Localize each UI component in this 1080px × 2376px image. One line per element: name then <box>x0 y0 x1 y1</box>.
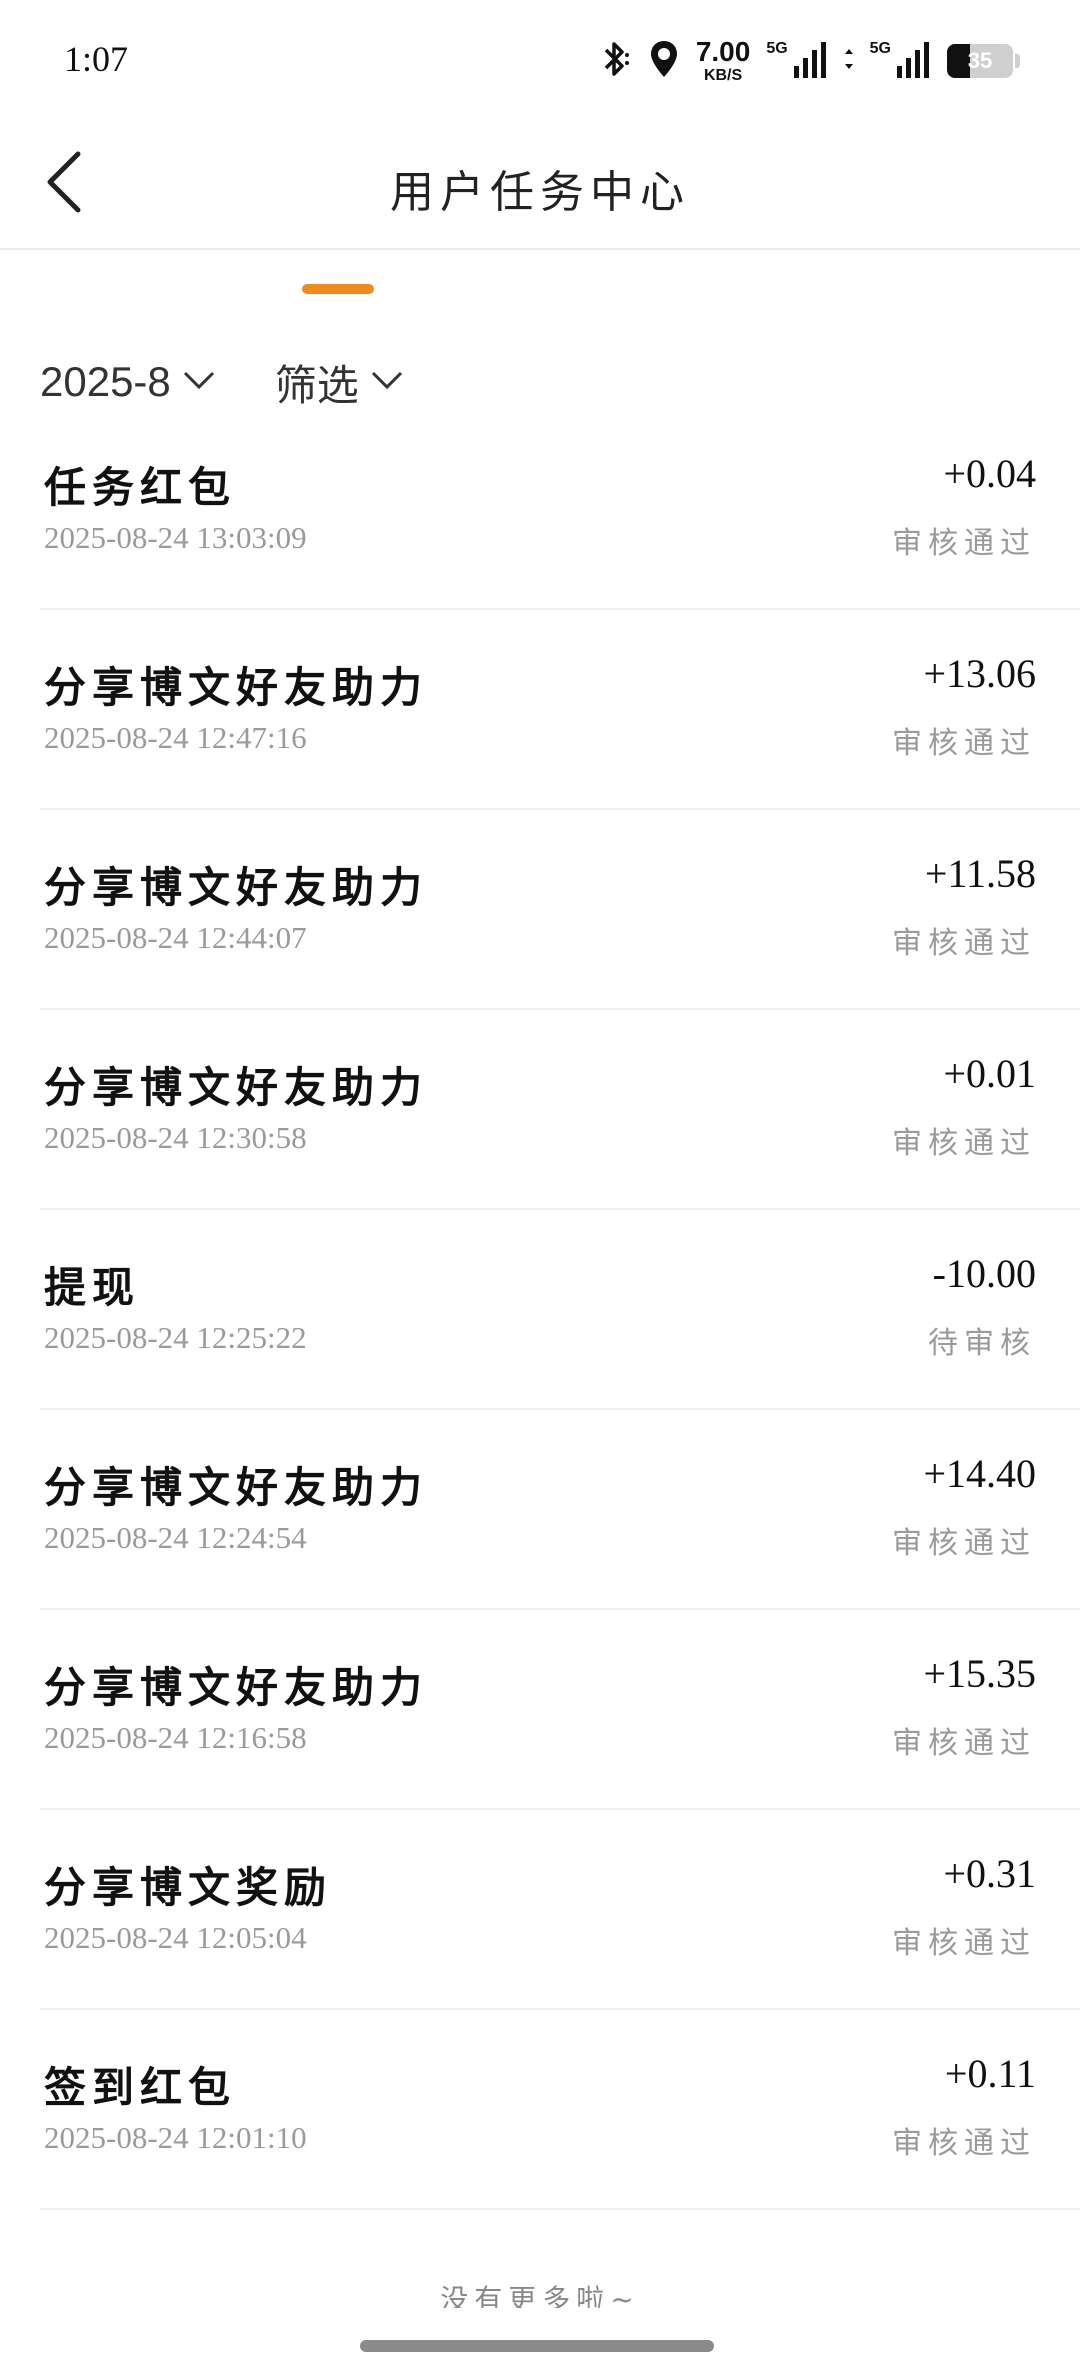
record-amount: +14.40 <box>923 1451 1036 1496</box>
record-time: 2025-08-24 12:30:58 <box>44 1120 307 1155</box>
status-bar: 1:07 7.00 KB/S 5G 5G 35 <box>0 0 1080 120</box>
battery-tip <box>1015 54 1020 68</box>
network-label-1: 5G <box>766 40 788 57</box>
no-more-note: 没有更多啦~ <box>440 2283 640 2308</box>
record-time: 2025-08-24 12:01:10 <box>44 2120 307 2155</box>
record-title: 分享博文奖励 <box>44 1863 333 1912</box>
record-row[interactable]: 提现 2025-08-24 12:25:22 -10.00 待审核 <box>40 1210 1080 1410</box>
location-icon <box>648 39 680 83</box>
battery-icon: 35 <box>947 44 1013 78</box>
record-row[interactable]: 任务红包 2025-08-24 13:03:09 +0.04 审核通过 <box>40 410 1080 610</box>
record-status: 审核通过 <box>892 1526 1036 1561</box>
record-row[interactable]: 分享博文奖励 2025-08-24 12:05:04 +0.31 审核通过 <box>40 1810 1080 2010</box>
record-status: 审核通过 <box>892 926 1036 961</box>
record-amount: +11.58 <box>924 851 1036 896</box>
chevron-down-icon <box>171 370 215 394</box>
month-selector[interactable]: 2025-8 <box>40 358 215 406</box>
record-time: 2025-08-24 12:44:07 <box>44 920 307 955</box>
page-title: 用户任务中心 <box>390 167 690 218</box>
tabs-strip <box>0 248 1080 298</box>
record-time: 2025-08-24 12:24:54 <box>44 1520 307 1555</box>
record-amount: +13.06 <box>923 651 1036 696</box>
record-title: 分享博文好友助力 <box>44 1463 429 1512</box>
signal-icon-1 <box>793 40 828 82</box>
record-status: 审核通过 <box>892 2126 1036 2161</box>
record-amount: +0.31 <box>943 1851 1036 1896</box>
month-label: 2025-8 <box>40 358 171 405</box>
record-amount: -10.00 <box>932 1251 1036 1296</box>
bluetooth-icon <box>600 39 632 83</box>
active-tab-indicator <box>302 284 374 294</box>
record-amount: +0.04 <box>943 451 1036 496</box>
record-time: 2025-08-24 12:16:58 <box>44 1720 307 1755</box>
record-title: 签到红包 <box>44 2063 237 2112</box>
record-status: 审核通过 <box>892 1126 1036 1161</box>
record-time: 2025-08-24 12:47:16 <box>44 720 307 755</box>
battery-level: 35 <box>967 48 993 73</box>
record-amount: +15.35 <box>923 1651 1036 1696</box>
record-row[interactable]: 分享博文好友助力 2025-08-24 12:30:58 +0.01 审核通过 <box>40 1010 1080 1210</box>
status-time: 1:07 <box>64 39 129 79</box>
status-icons: 7.00 KB/S 5G 5G 35 <box>600 36 1020 86</box>
chevron-down-icon <box>359 370 403 394</box>
record-time: 2025-08-24 12:25:22 <box>44 1320 307 1355</box>
record-amount: +0.11 <box>944 2051 1036 2096</box>
record-title: 分享博文好友助力 <box>44 1663 429 1712</box>
filter-selector[interactable]: 筛选 <box>275 352 403 413</box>
net-speed-unit: KB/S <box>703 67 743 84</box>
record-title: 任务红包 <box>44 463 237 512</box>
record-time: 2025-08-24 12:05:04 <box>44 1920 307 1955</box>
net-speed: 7.00 KB/S <box>696 38 751 84</box>
filter-bar: 2025-8 筛选 <box>40 352 463 412</box>
record-title: 提现 <box>44 1263 141 1312</box>
record-title: 分享博文好友助力 <box>44 863 429 912</box>
record-title: 分享博文好友助力 <box>44 1063 429 1112</box>
record-status: 待审核 <box>928 1326 1036 1361</box>
data-transfer-icon <box>844 48 854 74</box>
record-time: 2025-08-24 13:03:09 <box>44 520 307 555</box>
net-speed-value: 7.00 <box>695 36 751 67</box>
record-status: 审核通过 <box>892 726 1036 761</box>
record-list: 任务红包 2025-08-24 13:03:09 +0.04 审核通过 分享博文好友助力… <box>40 410 1080 2210</box>
record-row[interactable]: 分享博文好友助力 2025-08-24 12:47:16 +13.06 审核通过 <box>40 610 1080 810</box>
network-label-2: 5G <box>869 40 891 57</box>
record-status: 审核通过 <box>892 1926 1036 1961</box>
header: 用户任务中心 <box>0 120 1080 250</box>
record-status: 审核通过 <box>892 1726 1036 1761</box>
signal-icon-2 <box>897 40 931 82</box>
filter-label: 筛选 <box>274 361 359 409</box>
record-title: 分享博文好友助力 <box>44 663 429 712</box>
record-row[interactable]: 分享博文好友助力 2025-08-24 12:44:07 +11.58 审核通过 <box>40 810 1080 1010</box>
record-amount: +0.01 <box>943 1051 1036 1096</box>
home-indicator[interactable] <box>360 2340 714 2352</box>
record-row[interactable]: 分享博文好友助力 2025-08-24 12:16:58 +15.35 审核通过 <box>40 1610 1080 1810</box>
record-row[interactable]: 分享博文好友助力 2025-08-24 12:24:54 +14.40 审核通过 <box>40 1410 1080 1610</box>
record-status: 审核通过 <box>892 526 1036 561</box>
record-row[interactable]: 签到红包 2025-08-24 12:01:10 +0.11 审核通过 <box>40 2010 1080 2210</box>
